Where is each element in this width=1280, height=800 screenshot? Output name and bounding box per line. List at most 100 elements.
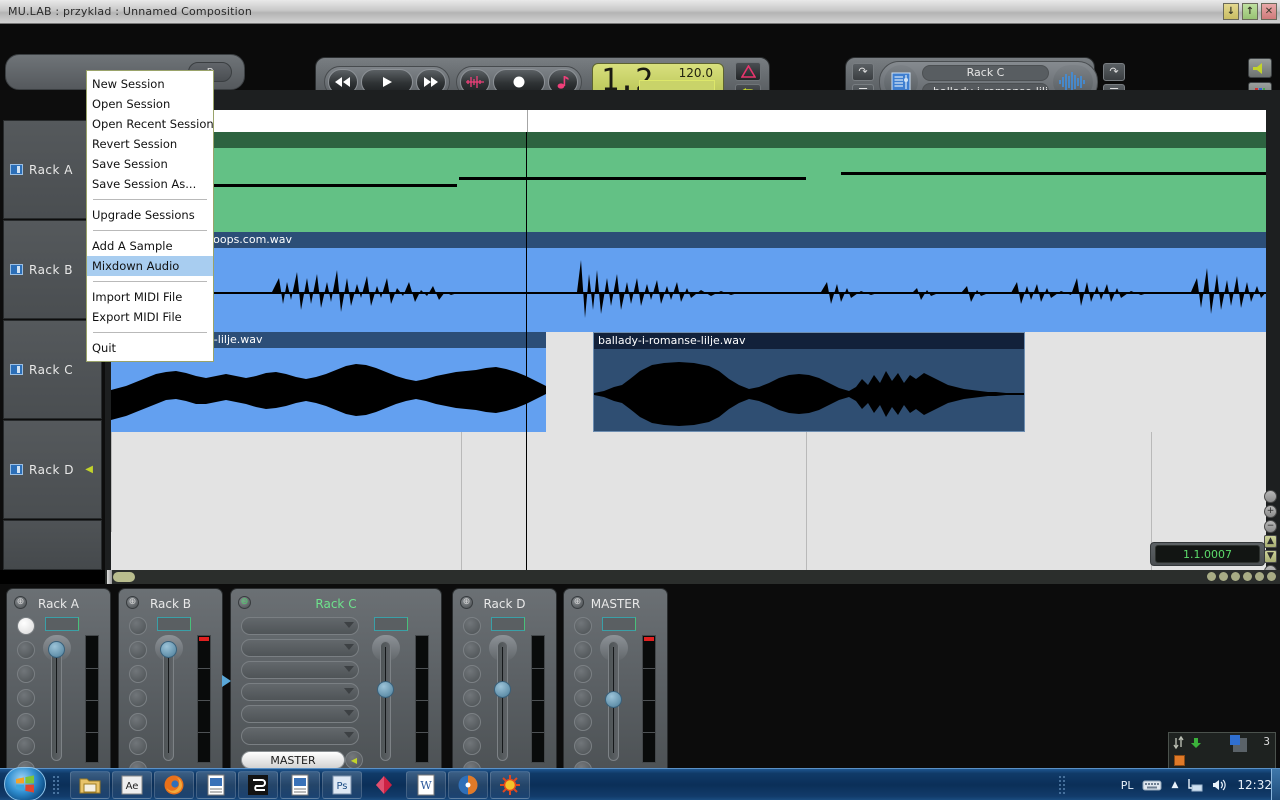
document-icon[interactable] (196, 771, 236, 799)
file-menu-dropdown[interactable]: New Session Open Session Open Recent Ses… (86, 70, 214, 362)
mixer-strip-rack-c[interactable]: ⊖ Rack C MASTER ◀ (222, 588, 442, 778)
playhead-position-display[interactable]: 1.1.0007 (1150, 542, 1265, 566)
send-knob-5[interactable] (463, 713, 481, 731)
pan-display[interactable] (157, 617, 191, 631)
pan-display[interactable] (602, 617, 636, 631)
track-lane-rack-c[interactable]: ballady-i-romanse-lilje.wav ballady-i-ro… (111, 332, 1266, 432)
send-knob-6[interactable] (574, 737, 592, 755)
send-knob-5[interactable] (574, 713, 592, 731)
show-desktop-button[interactable] (1271, 769, 1280, 800)
photoshop-icon[interactable]: Ps (322, 771, 362, 799)
send-knob-6[interactable] (463, 737, 481, 755)
firefox-icon[interactable] (154, 771, 194, 799)
send-knob-1[interactable] (17, 617, 35, 635)
rack-route-out-icon[interactable]: ↷ (1103, 62, 1126, 81)
zoom-in-button[interactable]: + (1264, 505, 1277, 518)
track-lane-rack-a[interactable] (111, 132, 1266, 232)
volume-fader[interactable] (43, 635, 71, 763)
track-height-down-button[interactable]: ▼ (1264, 550, 1277, 563)
rack-name-label[interactable]: Rack C (922, 64, 1050, 81)
send-knob-4[interactable] (574, 689, 592, 707)
menu-item-new-session[interactable]: New Session (87, 74, 213, 94)
track-lane-rack-d[interactable] (111, 432, 1266, 532)
tray-grip[interactable] (1058, 775, 1066, 795)
timeline-ruler[interactable] (111, 110, 1266, 132)
menu-item-import-midi-file[interactable]: Import MIDI File (87, 287, 213, 307)
send-knob-6[interactable] (129, 737, 147, 755)
monitor-speaker-icon[interactable]: ◀ (85, 464, 93, 475)
output-routing-button[interactable]: MASTER (241, 751, 345, 769)
menu-item-revert-session[interactable]: Revert Session (87, 134, 213, 154)
rack-route-icon[interactable]: ↷ (852, 62, 874, 81)
send-knob-3[interactable] (574, 665, 592, 683)
send-knob-1[interactable] (129, 617, 147, 635)
fx-slot-1[interactable] (241, 617, 359, 635)
language-indicator[interactable]: PL (1121, 779, 1134, 792)
menu-item-export-midi-file[interactable]: Export MIDI File (87, 307, 213, 327)
show-hidden-icons-chevron[interactable]: ▲ (1171, 780, 1178, 790)
arrange-view[interactable]: wav-23790-Free-Loops.com.wav ballady-i-r… (105, 90, 1280, 578)
scroll-zoom-in-button[interactable] (1219, 572, 1228, 581)
track-header-rack-d[interactable]: Rack D ◀ (3, 420, 102, 519)
fx-slot-5[interactable] (241, 705, 359, 723)
menu-item-quit[interactable]: Quit (87, 338, 213, 358)
menu-item-open-recent-session[interactable]: Open Recent Session (87, 114, 214, 134)
mute-speaker-icon[interactable]: ◀ (345, 751, 363, 769)
send-knob-4[interactable] (129, 689, 147, 707)
scroll-dot-6[interactable] (1267, 572, 1276, 581)
scroll-right-button[interactable] (1255, 572, 1264, 581)
volume-fader[interactable] (372, 635, 400, 763)
send-knob-3[interactable] (17, 665, 35, 683)
explorer-icon[interactable] (70, 771, 110, 799)
taskbar-grip[interactable] (52, 775, 60, 795)
mixer-strip-rack-a[interactable]: ⊕ Rack A ◀ (6, 588, 111, 779)
fx-slot-2[interactable] (241, 639, 359, 657)
mixer-strip-rack-b[interactable]: ⊕ Rack B ◀ (118, 588, 223, 779)
send-knob-2[interactable] (17, 641, 35, 659)
track-height-up-button[interactable]: ▲ (1264, 535, 1277, 548)
after-effects-icon[interactable]: Ae (112, 771, 152, 799)
track-lane-empty[interactable] (111, 532, 1266, 572)
track-header-empty[interactable] (3, 520, 102, 570)
app-dark-icon[interactable] (238, 771, 278, 799)
fx-slot-6[interactable] (241, 727, 359, 745)
nero-icon[interactable] (448, 771, 488, 799)
menu-item-save-session-as[interactable]: Save Session As... (87, 174, 213, 194)
horizontal-scrollbar[interactable] (105, 570, 1280, 584)
send-knob-3[interactable] (463, 665, 481, 683)
volume-fader[interactable] (155, 635, 183, 763)
send-knob-2[interactable] (574, 641, 592, 659)
scroll-dot-1[interactable] (1207, 572, 1216, 581)
close-button[interactable]: ✕ (1261, 3, 1277, 20)
send-knob-4[interactable] (17, 689, 35, 707)
document2-icon[interactable] (280, 771, 320, 799)
menu-item-save-session[interactable]: Save Session (87, 154, 213, 174)
scroll-zoom-out-button[interactable] (1231, 572, 1240, 581)
send-knob-6[interactable] (17, 737, 35, 755)
scrollbar-grip[interactable] (107, 570, 112, 584)
send-knob-5[interactable] (129, 713, 147, 731)
volume-icon[interactable] (1212, 778, 1228, 792)
diamond-icon[interactable] (364, 771, 404, 799)
keyboard-icon[interactable] (1142, 778, 1162, 792)
send-knob-2[interactable] (129, 641, 147, 659)
maximize-button[interactable]: ↑ (1242, 3, 1258, 20)
clip-rack-a-midi[interactable] (111, 132, 1266, 232)
sun-app-icon[interactable] (490, 771, 530, 799)
clip-rack-b-audio[interactable]: wav-23790-Free-Loops.com.wav (111, 232, 1266, 332)
scroll-left-button[interactable] (1243, 572, 1252, 581)
menu-item-add-a-sample[interactable]: Add A Sample (87, 236, 213, 256)
pan-display[interactable] (45, 617, 79, 631)
send-knob-1[interactable] (463, 617, 481, 635)
mixer-strip-master[interactable]: ⊕ MASTER ◀ (563, 588, 668, 779)
fx-slot-3[interactable] (241, 661, 359, 679)
zoom-scroll-up-button[interactable] (1264, 490, 1277, 503)
pan-display[interactable] (491, 617, 525, 631)
track-lane-rack-b[interactable]: wav-23790-Free-Loops.com.wav (111, 232, 1266, 332)
minimize-button[interactable]: ↓ (1223, 3, 1239, 20)
menu-item-upgrade-sessions[interactable]: Upgrade Sessions (87, 205, 213, 225)
menu-item-mixdown-audio[interactable]: Mixdown Audio (87, 256, 213, 276)
speaker-button[interactable] (1248, 58, 1272, 78)
send-knob-3[interactable] (129, 665, 147, 683)
zoom-out-button[interactable]: − (1264, 520, 1277, 533)
